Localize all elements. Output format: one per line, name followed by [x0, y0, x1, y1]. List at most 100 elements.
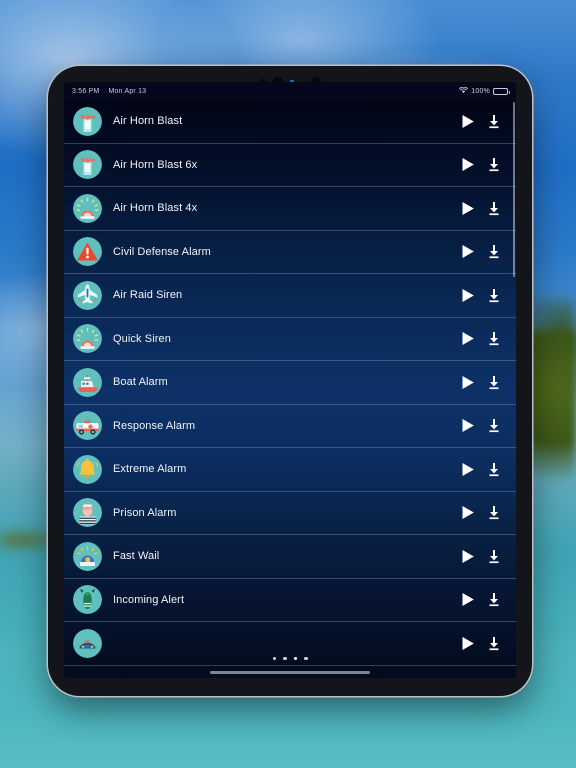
siren-light-icon — [73, 193, 102, 223]
download-button[interactable] — [487, 462, 501, 477]
page-dot[interactable] — [304, 656, 308, 660]
play-icon[interactable] — [461, 331, 475, 346]
download-button[interactable] — [487, 505, 501, 520]
sound-title: Response Alarm — [113, 419, 196, 432]
home-indicator[interactable] — [210, 670, 370, 674]
airplane-icon — [73, 280, 102, 310]
sound-title: Extreme Alarm — [113, 463, 187, 476]
download-icon[interactable] — [487, 157, 501, 172]
download-icon[interactable] — [487, 418, 501, 433]
play-icon[interactable] — [461, 157, 475, 172]
play-button[interactable] — [461, 418, 475, 433]
download-button[interactable] — [487, 418, 501, 433]
download-button[interactable] — [487, 288, 501, 303]
play-button[interactable] — [461, 636, 475, 651]
table-row[interactable]: Boat Alarm — [64, 361, 516, 405]
table-row[interactable]: Air Horn Blast 6x — [64, 144, 516, 187]
play-button[interactable] — [461, 201, 475, 216]
play-button[interactable] — [461, 331, 475, 346]
row-actions — [461, 288, 501, 303]
warning-triangle-icon — [73, 237, 102, 267]
play-button[interactable] — [461, 157, 475, 172]
row-actions — [461, 201, 501, 216]
play-icon[interactable] — [461, 201, 475, 216]
boat-icon — [73, 367, 102, 397]
tablet-device-frame: 3:56 PM Mon Apr 13 100% Air Horn Blast A… — [48, 66, 532, 696]
row-actions — [461, 418, 501, 433]
play-button[interactable] — [461, 462, 475, 477]
row-actions — [461, 157, 501, 172]
play-icon[interactable] — [461, 462, 475, 477]
download-icon[interactable] — [487, 244, 501, 259]
download-icon[interactable] — [487, 201, 501, 216]
page-indicator-dots[interactable] — [64, 656, 516, 660]
download-icon[interactable] — [487, 375, 501, 390]
download-button[interactable] — [487, 157, 501, 172]
table-row[interactable]: Extreme Alarm — [64, 448, 516, 492]
sound-title: Air Raid Siren — [113, 289, 183, 302]
download-icon[interactable] — [487, 462, 501, 477]
prisoner-icon — [73, 498, 102, 528]
play-button[interactable] — [461, 288, 475, 303]
play-icon[interactable] — [461, 244, 475, 259]
download-icon[interactable] — [487, 114, 501, 129]
play-button[interactable] — [461, 549, 475, 564]
download-button[interactable] — [487, 549, 501, 564]
download-button[interactable] — [487, 114, 501, 129]
play-button[interactable] — [461, 114, 475, 129]
sound-title: Fast Wail — [113, 550, 160, 563]
play-icon[interactable] — [461, 288, 475, 303]
download-icon[interactable] — [487, 549, 501, 564]
row-actions — [461, 549, 501, 564]
download-button[interactable] — [487, 331, 501, 346]
play-button[interactable] — [461, 244, 475, 259]
play-icon[interactable] — [461, 549, 475, 564]
download-icon[interactable] — [487, 592, 501, 607]
play-icon[interactable] — [461, 375, 475, 390]
download-button[interactable] — [487, 592, 501, 607]
download-icon[interactable] — [487, 331, 501, 346]
list-scrollbar[interactable] — [513, 102, 515, 277]
play-button[interactable] — [461, 505, 475, 520]
table-row[interactable]: Response Alarm — [64, 405, 516, 448]
download-icon[interactable] — [487, 636, 501, 651]
tablet-screen: 3:56 PM Mon Apr 13 100% Air Horn Blast A… — [64, 82, 516, 678]
play-button[interactable] — [461, 375, 475, 390]
page-dot[interactable] — [272, 656, 276, 660]
siren-light-icon — [73, 324, 102, 354]
table-row[interactable]: Fast Wail — [64, 535, 516, 579]
page-dot[interactable] — [293, 656, 297, 660]
status-bar: 3:56 PM Mon Apr 13 100% — [64, 82, 516, 100]
table-row[interactable]: Incoming Alert — [64, 579, 516, 622]
table-row[interactable]: Air Horn Blast 4x — [64, 187, 516, 231]
police-car-icon — [73, 628, 102, 658]
page-dot[interactable] — [283, 656, 287, 660]
row-actions — [461, 114, 501, 129]
play-icon[interactable] — [461, 636, 475, 651]
download-icon[interactable] — [487, 505, 501, 520]
download-button[interactable] — [487, 201, 501, 216]
status-time: 3:56 PM — [72, 87, 100, 95]
download-icon[interactable] — [487, 288, 501, 303]
table-row[interactable]: Air Raid Siren — [64, 274, 516, 318]
play-button[interactable] — [461, 592, 475, 607]
row-actions — [461, 636, 501, 651]
sound-list[interactable]: Air Horn Blast Air Horn Blast 6x Air Horn … — [64, 100, 516, 678]
play-icon[interactable] — [461, 114, 475, 129]
download-button[interactable] — [487, 244, 501, 259]
download-button[interactable] — [487, 375, 501, 390]
download-button[interactable] — [487, 636, 501, 651]
sound-title: Air Horn Blast — [113, 115, 183, 128]
status-bar-left: 3:56 PM Mon Apr 13 — [72, 88, 146, 95]
row-actions — [461, 331, 501, 346]
status-bar-right: 100% — [459, 86, 510, 96]
play-icon[interactable] — [461, 418, 475, 433]
play-icon[interactable] — [461, 592, 475, 607]
battery-percent-label: 100% — [471, 87, 490, 95]
status-date: Mon Apr 13 — [108, 87, 147, 95]
play-icon[interactable] — [461, 505, 475, 520]
table-row[interactable]: Air Horn Blast — [64, 100, 516, 144]
table-row[interactable]: Prison Alarm — [64, 492, 516, 535]
table-row[interactable]: Quick Siren — [64, 318, 516, 361]
table-row[interactable]: Civil Defense Alarm — [64, 231, 516, 274]
